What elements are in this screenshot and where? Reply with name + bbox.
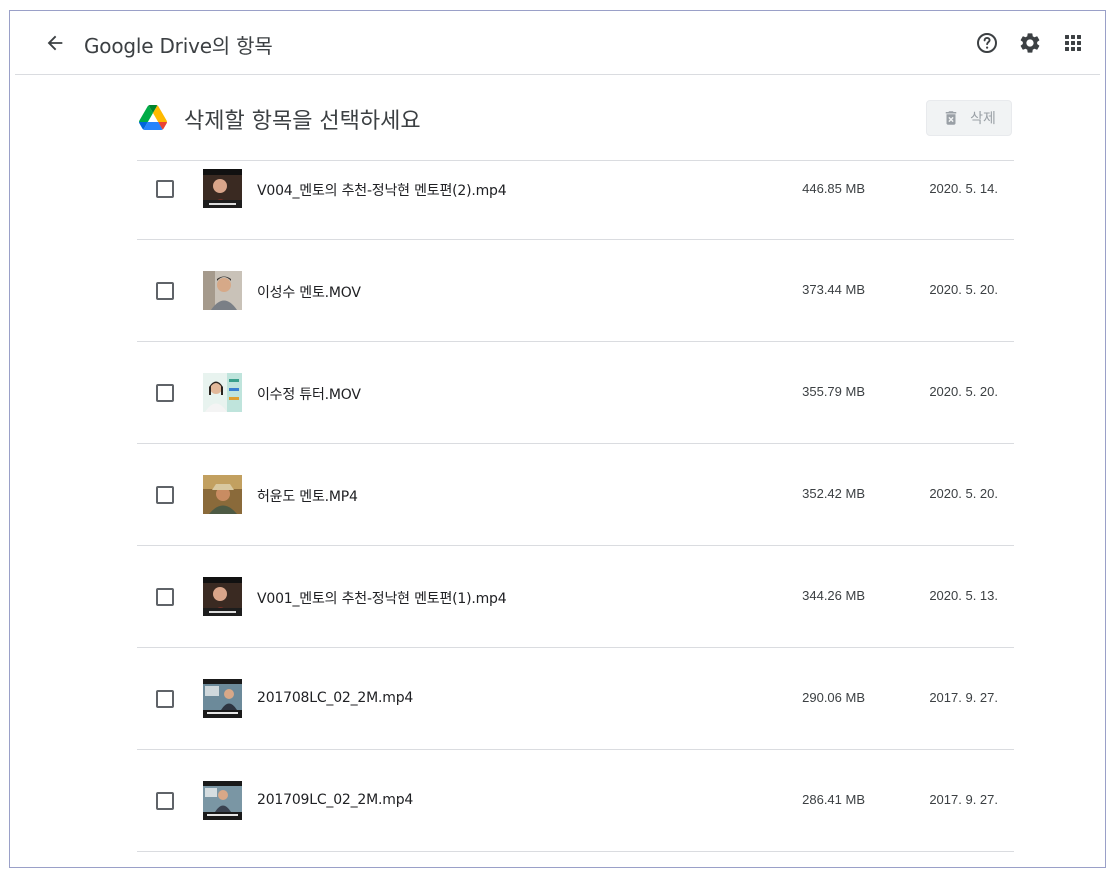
file-date: 2017. 9. 27. bbox=[929, 792, 998, 807]
arrow-back-icon bbox=[47, 35, 63, 51]
file-date: 2020. 5. 20. bbox=[929, 486, 998, 501]
apps-button[interactable] bbox=[1057, 27, 1089, 59]
file-date: 2020. 5. 20. bbox=[929, 384, 998, 399]
file-name: 201708LC_02_2M.mp4 bbox=[257, 690, 414, 706]
file-checkbox[interactable] bbox=[156, 180, 174, 198]
file-row[interactable]: 201709LC_02_2M.mp4 286.41 MB 2017. 9. 27… bbox=[137, 750, 1014, 852]
file-size: 352.42 MB bbox=[802, 486, 865, 501]
back-button[interactable] bbox=[39, 27, 71, 59]
file-checkbox[interactable] bbox=[156, 690, 174, 708]
file-list: V004_멘토의 추천-정낙현 멘토편(2).mp4 446.85 MB 202… bbox=[137, 161, 1014, 852]
file-checkbox[interactable] bbox=[156, 384, 174, 402]
file-size: 373.44 MB bbox=[802, 282, 865, 297]
file-name: 이수정 튜터.MOV bbox=[257, 387, 361, 403]
file-checkbox[interactable] bbox=[156, 588, 174, 606]
page-heading: 삭제할 항목을 선택하세요 bbox=[184, 109, 421, 134]
video-thumb-portrait-man bbox=[203, 271, 242, 310]
file-row[interactable]: V004_멘토의 추천-정낙현 멘토편(2).mp4 446.85 MB 202… bbox=[137, 161, 1014, 240]
file-size: 286.41 MB bbox=[802, 792, 865, 807]
top-bar: Google Drive의 항목 bbox=[15, 11, 1100, 75]
video-thumb-mentor-red bbox=[203, 577, 242, 616]
file-checkbox[interactable] bbox=[156, 792, 174, 810]
video-thumb-lecture bbox=[203, 781, 242, 820]
file-size: 446.85 MB bbox=[802, 181, 865, 196]
file-name: 201709LC_02_2M.mp4 bbox=[257, 792, 414, 808]
file-name: 허윤도 멘토.MP4 bbox=[257, 489, 358, 505]
help-button[interactable] bbox=[971, 27, 1003, 59]
file-name: 이성수 멘토.MOV bbox=[257, 285, 361, 301]
file-checkbox[interactable] bbox=[156, 486, 174, 504]
file-row[interactable]: 이성수 멘토.MOV 373.44 MB 2020. 5. 20. bbox=[137, 240, 1014, 342]
delete-forever-icon bbox=[945, 111, 957, 125]
delete-button-label: 삭제 bbox=[970, 111, 996, 127]
file-date: 2020. 5. 20. bbox=[929, 282, 998, 297]
file-size: 344.26 MB bbox=[802, 588, 865, 603]
video-thumb-portrait-woman bbox=[203, 373, 242, 412]
app-title: Google Drive의 항목 bbox=[84, 34, 273, 58]
file-checkbox[interactable] bbox=[156, 282, 174, 300]
file-row[interactable]: 201708LC_02_2M.mp4 290.06 MB 2017. 9. 27… bbox=[137, 648, 1014, 750]
settings-icon bbox=[1020, 33, 1040, 53]
file-date: 2020. 5. 13. bbox=[929, 588, 998, 603]
google-drive-logo-icon bbox=[139, 105, 167, 130]
file-name: V001_멘토의 추천-정낙현 멘토편(1).mp4 bbox=[257, 591, 507, 607]
apps-grid-icon bbox=[1065, 35, 1081, 51]
file-row[interactable]: 이수정 튜터.MOV 355.79 MB 2020. 5. 20. bbox=[137, 342, 1014, 444]
file-size: 290.06 MB bbox=[802, 690, 865, 705]
heading-row: 삭제할 항목을 선택하세요 삭제 bbox=[137, 75, 1014, 161]
file-date: 2017. 9. 27. bbox=[929, 690, 998, 705]
main-content: 삭제할 항목을 선택하세요 삭제 V004_멘토의 추천-정낙현 멘토편(2).… bbox=[137, 75, 1014, 852]
file-row[interactable]: 허윤도 멘토.MP4 352.42 MB 2020. 5. 20. bbox=[137, 444, 1014, 546]
video-thumb-lecture bbox=[203, 679, 242, 718]
video-thumb-mentor-red bbox=[203, 169, 242, 208]
file-size: 355.79 MB bbox=[802, 384, 865, 399]
file-name: V004_멘토의 추천-정낙현 멘토편(2).mp4 bbox=[257, 183, 507, 199]
file-row[interactable]: V001_멘토의 추천-정낙현 멘토편(1).mp4 344.26 MB 202… bbox=[137, 546, 1014, 648]
settings-button[interactable] bbox=[1014, 27, 1046, 59]
file-date: 2020. 5. 14. bbox=[929, 181, 998, 196]
video-thumb-hat-man bbox=[203, 475, 242, 514]
help-icon bbox=[977, 33, 997, 53]
app-window: Google Drive의 항목 삭제할 항목을 선택하세요 삭제 V004_멘… bbox=[9, 10, 1106, 868]
delete-button[interactable]: 삭제 bbox=[926, 100, 1012, 136]
top-actions bbox=[971, 27, 1100, 59]
